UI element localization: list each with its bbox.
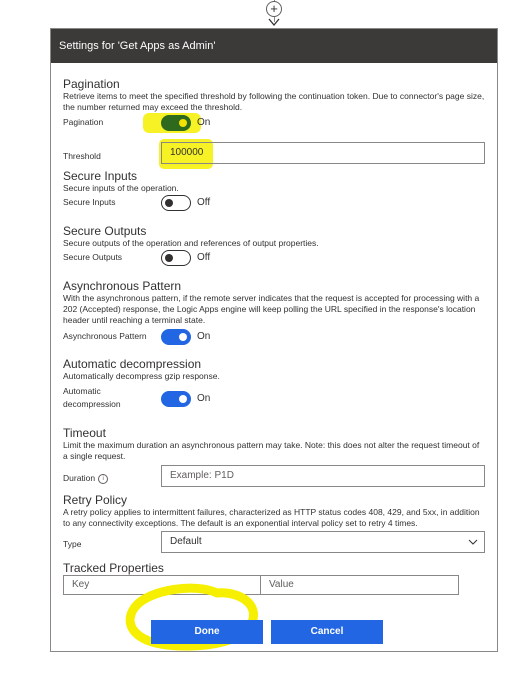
retry-type-dropdown[interactable]: Default xyxy=(161,531,485,553)
secure-outputs-description: Secure outputs of the operation and refe… xyxy=(63,238,319,248)
pagination-title: Pagination xyxy=(63,77,120,91)
pagination-description: Retrieve items to meet the specified thr… xyxy=(63,91,485,112)
secure-inputs-state: Off xyxy=(197,197,211,208)
async-state: On xyxy=(197,331,211,342)
decompression-title: Automatic decompression xyxy=(63,357,202,371)
decompression-toggle[interactable] xyxy=(161,391,191,407)
retry-title: Retry Policy xyxy=(63,493,128,507)
secure-outputs-toggle-label: Secure Outputs xyxy=(63,252,123,262)
async-toggle-label: Asynchronous Pattern xyxy=(63,331,147,341)
decompression-description: Automatically decompress gzip response. xyxy=(63,371,220,381)
async-toggle[interactable] xyxy=(161,329,191,345)
cancel-button[interactable]: Cancel xyxy=(271,620,383,644)
secure-inputs-description: Secure inputs of the operation. xyxy=(63,183,179,193)
chevron-down-icon xyxy=(468,539,478,545)
secure-outputs-title: Secure Outputs xyxy=(63,224,147,238)
secure-outputs-state: Off xyxy=(197,252,211,263)
value-input[interactable]: Value xyxy=(260,575,459,595)
secure-inputs-toggle-label: Secure Inputs xyxy=(63,197,116,207)
async-title: Asynchronous Pattern xyxy=(63,279,182,293)
duration-input[interactable]: Example: P1D xyxy=(161,465,485,487)
plus-icon[interactable]: + xyxy=(266,1,282,17)
type-label: Type xyxy=(63,539,82,549)
retry-description: A retry policy applies to intermittent f… xyxy=(63,507,480,528)
pagination-toggle[interactable] xyxy=(161,115,191,131)
decompression-state: On xyxy=(197,393,211,404)
timeout-title: Timeout xyxy=(63,426,106,440)
secure-outputs-toggle[interactable] xyxy=(161,250,191,266)
secure-inputs-toggle[interactable] xyxy=(161,195,191,211)
threshold-label: Threshold xyxy=(63,151,101,161)
timeout-description: Limit the maximum duration an asynchrono… xyxy=(63,440,480,461)
pagination-toggle-label: Pagination xyxy=(63,117,104,127)
secure-inputs-title: Secure Inputs xyxy=(63,169,138,183)
done-button[interactable]: Done xyxy=(151,620,263,644)
async-description: With the asynchronous pattern, if the re… xyxy=(63,293,480,325)
pagination-state: On xyxy=(197,117,211,128)
arrow-down-icon xyxy=(268,18,280,27)
duration-label: Duration i xyxy=(63,473,109,484)
decompression-toggle-label: Automatic decompression xyxy=(63,386,121,409)
panel-title: Settings for 'Get Apps as Admin' xyxy=(51,29,497,63)
tracked-properties-title: Tracked Properties xyxy=(63,561,164,575)
info-icon[interactable]: i xyxy=(98,473,109,484)
settings-panel: Settings for 'Get Apps as Admin' Paginat… xyxy=(50,28,498,652)
threshold-input[interactable]: 100000 xyxy=(161,142,485,164)
